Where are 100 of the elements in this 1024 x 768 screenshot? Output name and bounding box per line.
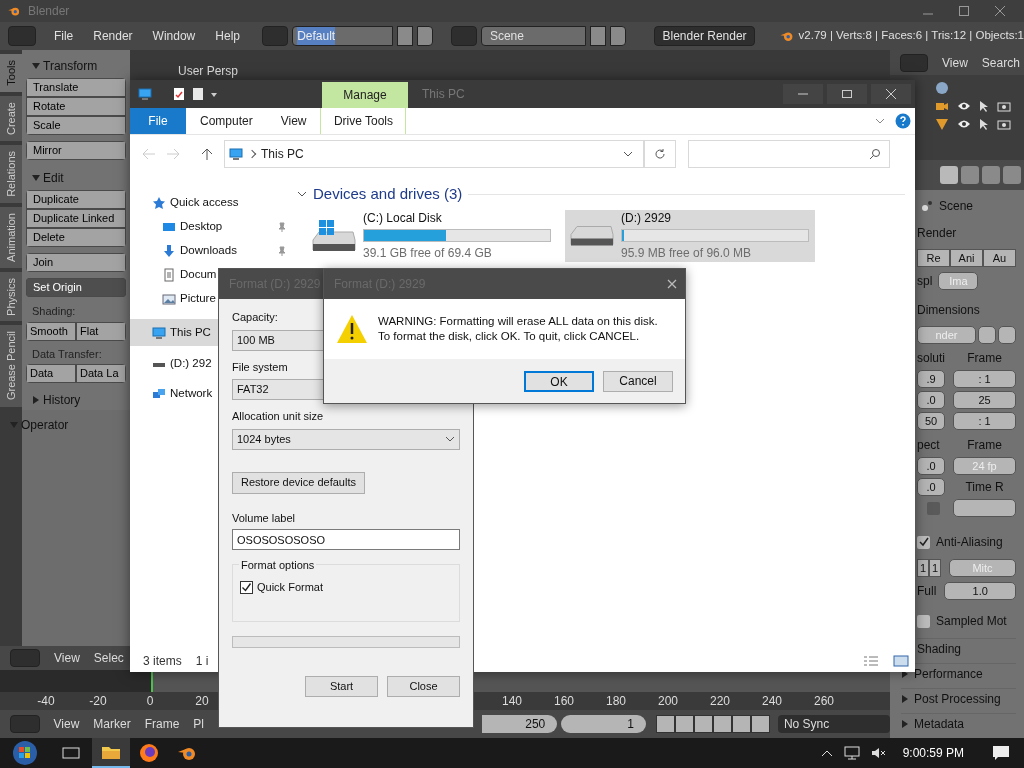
ribbon-tab[interactable]: File xyxy=(130,108,186,134)
maximize-icon[interactable] xyxy=(841,88,853,100)
tool-button[interactable]: Set Origin xyxy=(26,278,126,297)
panel-title[interactable]: Shading xyxy=(917,639,962,658)
close-icon[interactable] xyxy=(885,88,897,100)
panel-title[interactable]: Metadata xyxy=(914,714,965,733)
help-icon[interactable] xyxy=(895,113,911,129)
tool-button[interactable]: Rotate xyxy=(26,97,126,116)
muted-speaker-icon[interactable] xyxy=(870,746,887,760)
sample-button[interactable]: 1 xyxy=(917,559,929,577)
manage-tab[interactable]: Manage xyxy=(322,82,408,108)
number-field[interactable]: .9 xyxy=(917,370,945,388)
eye-icon[interactable] xyxy=(957,119,971,129)
chevron-down-icon[interactable] xyxy=(875,117,885,125)
dropdown-field[interactable]: 100 MB xyxy=(232,329,324,351)
expanded-triangle-icon[interactable] xyxy=(32,174,40,182)
side-tab[interactable]: Physics xyxy=(0,271,22,322)
address-bar[interactable]: This PC xyxy=(224,140,644,168)
tool-button[interactable]: Duplicate xyxy=(26,190,126,209)
nav-item[interactable]: Desktop xyxy=(130,215,295,239)
mesh-icon[interactable] xyxy=(935,117,949,131)
tool-button[interactable]: Duplicate Linked xyxy=(26,209,126,228)
cursor-icon[interactable] xyxy=(979,100,989,112)
panel-title[interactable]: Render xyxy=(917,222,1016,244)
remove-button[interactable] xyxy=(998,326,1016,344)
sync-dropdown[interactable]: No Sync xyxy=(777,715,890,733)
panel-title[interactable]: History xyxy=(43,391,81,409)
menu-item[interactable]: File xyxy=(45,27,82,45)
dialog-button[interactable]: OK xyxy=(524,370,594,392)
close-icon[interactable] xyxy=(994,5,1006,17)
tool-button[interactable]: Mirror xyxy=(26,141,126,160)
task-view-icon[interactable] xyxy=(62,745,80,761)
close-icon[interactable] xyxy=(667,279,677,289)
network-icon[interactable] xyxy=(842,746,861,760)
pin-icon[interactable] xyxy=(277,246,287,256)
menu-item[interactable]: View xyxy=(942,53,968,72)
add-button[interactable] xyxy=(978,326,996,344)
tool-button[interactable]: Smooth xyxy=(26,321,76,341)
up-arrow-icon[interactable] xyxy=(200,147,214,161)
tool-button[interactable]: Data xyxy=(26,364,76,383)
chevron-down-icon[interactable] xyxy=(297,190,307,199)
panel-title[interactable]: Operator xyxy=(21,416,69,434)
panel-title[interactable]: Performance xyxy=(914,664,983,683)
world-icon[interactable] xyxy=(935,81,949,95)
current-frame-field[interactable]: 1 xyxy=(561,715,646,733)
side-tab[interactable]: Grease Pencil xyxy=(0,325,22,407)
ribbon-tab[interactable]: Drive Tools xyxy=(320,108,407,134)
render-engine-dropdown[interactable]: Blender Render xyxy=(653,26,756,46)
camera-icon[interactable] xyxy=(997,100,1011,112)
playback-button[interactable] xyxy=(655,715,675,733)
checkbox[interactable] xyxy=(927,502,940,515)
add-button[interactable] xyxy=(397,26,413,46)
menu-item[interactable]: Render xyxy=(85,27,141,45)
add-button[interactable] xyxy=(589,26,606,46)
refresh-icon[interactable] xyxy=(654,148,666,160)
clock[interactable]: 9:00:59 PM xyxy=(902,744,964,762)
number-field[interactable]: : 1 xyxy=(953,370,1016,388)
delete-button[interactable] xyxy=(609,26,626,46)
side-tab[interactable]: Tools xyxy=(0,54,22,92)
dropdown-icon[interactable] xyxy=(210,90,218,98)
menu-item[interactable]: Frame xyxy=(144,715,180,733)
chevron-down-icon[interactable] xyxy=(623,150,633,158)
menu-item[interactable]: View xyxy=(53,715,80,733)
tool-button[interactable]: Delete xyxy=(26,228,126,247)
properties-icon[interactable] xyxy=(172,87,186,101)
maximize-icon[interactable] xyxy=(958,5,970,17)
render-button[interactable]: Re xyxy=(917,249,950,267)
notification-icon[interactable] xyxy=(992,745,1010,761)
number-field[interactable]: 25 xyxy=(953,391,1016,409)
menu-item[interactable]: Pl xyxy=(193,715,204,733)
new-folder-icon[interactable] xyxy=(192,87,204,101)
checkbox[interactable] xyxy=(917,535,930,549)
tool-button[interactable]: Translate xyxy=(26,78,126,97)
number-field[interactable]: .0 xyxy=(917,391,945,409)
restore-defaults-button[interactable]: Restore device defaults xyxy=(232,471,365,494)
nav-item[interactable]: Downloads xyxy=(130,239,295,263)
expanded-triangle-icon[interactable] xyxy=(32,62,40,70)
panel-title[interactable]: Post Processing xyxy=(914,689,1001,708)
eye-icon[interactable] xyxy=(957,101,971,111)
taskbar-app-button[interactable] xyxy=(92,738,130,768)
volume-label-field[interactable]: OSOSOSOSOSO xyxy=(232,529,460,550)
side-tab[interactable]: Animation xyxy=(0,206,22,268)
tool-button[interactable]: Flat xyxy=(76,321,126,341)
search-field[interactable] xyxy=(688,140,890,168)
number-field[interactable]: .0 xyxy=(917,457,945,475)
menu-item[interactable]: Search xyxy=(981,53,1020,72)
menu-item[interactable]: Window xyxy=(144,27,204,45)
side-tab[interactable]: Relations xyxy=(0,144,22,203)
checkbox[interactable] xyxy=(917,614,930,628)
nav-item[interactable]: Quick access xyxy=(130,191,295,215)
render-button[interactable]: Ani xyxy=(950,249,983,267)
drive-tile[interactable]: (C:) Local Disk 39.1 GB free of 69.4 GB xyxy=(307,209,557,262)
panel-title[interactable]: Edit xyxy=(43,169,64,187)
number-field[interactable]: 50 xyxy=(917,412,945,430)
render-button[interactable]: Au xyxy=(983,249,1016,267)
menu-item[interactable]: View xyxy=(54,649,80,667)
layout-name-field[interactable]: Default xyxy=(292,26,394,46)
dropdown-field[interactable]: FAT32 xyxy=(232,379,324,400)
tool-button[interactable]: Join xyxy=(26,253,126,272)
ribbon-tab[interactable]: View xyxy=(266,108,321,134)
